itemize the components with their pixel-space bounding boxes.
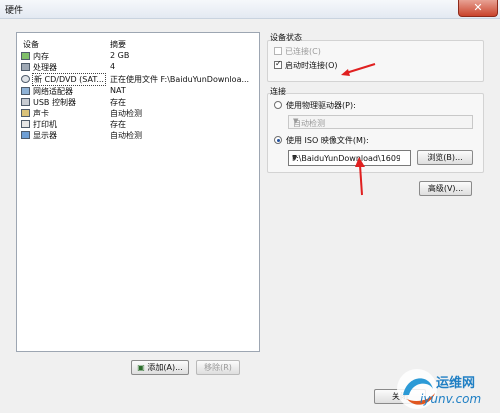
physical-drive-select[interactable]: 自动检测 ▼	[288, 115, 473, 129]
summary-column-header[interactable]: 摘要	[110, 39, 126, 50]
physical-drive-radio[interactable]	[274, 101, 282, 109]
cd-dvd-icon	[21, 75, 30, 83]
watermark-brand: 运维网	[436, 376, 476, 391]
annotation-arrow-icon	[341, 63, 376, 76]
device-row-cd-dvd[interactable]: 新 CD/DVD (SAT... 正在使用文件 F:\BaiduYunDownl…	[17, 73, 259, 86]
device-summary: 2 GB	[110, 51, 130, 60]
device-summary: NAT	[110, 86, 126, 95]
window-title: 硬件	[5, 6, 24, 16]
processor-icon	[21, 63, 30, 71]
device-name: 声卡	[33, 109, 49, 118]
remove-device-button[interactable]: 移除(R)	[196, 360, 240, 375]
device-row-printer[interactable]: 打印机 存在	[17, 119, 259, 129]
browse-button[interactable]: 浏览(B)...	[417, 150, 473, 165]
connect-on-power-label: 启动时连接(O)	[285, 61, 338, 70]
usb-icon	[21, 98, 30, 106]
device-name: 处理器	[33, 63, 57, 72]
iso-image-radio[interactable]	[274, 136, 282, 144]
device-summary: 自动检测	[110, 131, 142, 140]
physical-drive-label: 使用物理驱动器(P):	[286, 101, 356, 110]
device-summary: 自动检测	[110, 109, 142, 118]
device-summary: 存在	[110, 98, 126, 107]
chevron-down-icon: ▼	[292, 154, 298, 162]
device-row-memory[interactable]: 内存 2 GB	[17, 51, 259, 61]
connected-label: 已连接(C)	[285, 47, 321, 56]
device-summary: 存在	[110, 120, 126, 129]
advanced-button[interactable]: 高级(V)...	[419, 181, 472, 196]
device-row-usb[interactable]: USB 控制器 存在	[17, 97, 259, 107]
display-icon	[21, 131, 30, 139]
device-list-header: 设备 摘要	[17, 39, 259, 49]
window-close-button[interactable]: ✕	[458, 0, 498, 17]
device-row-display[interactable]: 显示器 自动检测	[17, 130, 259, 140]
device-row-processor[interactable]: 处理器 4	[17, 62, 259, 72]
title-bar: 硬件 ✕	[0, 0, 500, 19]
device-column-header[interactable]: 设备	[23, 39, 39, 50]
iso-image-label: 使用 ISO 映像文件(M):	[286, 136, 369, 145]
device-summary: 4	[110, 62, 116, 71]
connect-on-power-checkbox[interactable]	[274, 59, 282, 69]
memory-icon	[21, 52, 30, 60]
connection-title: 连接	[270, 87, 286, 96]
device-name: 网络适配器	[33, 87, 73, 96]
device-status-title: 设备状态	[270, 33, 302, 42]
add-icon: ▣	[137, 363, 145, 372]
printer-icon	[21, 120, 30, 128]
device-name: 显示器	[33, 131, 57, 140]
watermark-url: iyunv.com	[420, 392, 482, 406]
annotation-arrow-icon	[355, 157, 365, 196]
device-row-sound[interactable]: 声卡 自动检测	[17, 108, 259, 118]
connected-checkbox[interactable]	[274, 47, 282, 55]
iso-path-field[interactable]: F:\BaiduYunDownload\1609 ▼	[288, 150, 411, 166]
network-icon	[21, 87, 30, 95]
chevron-down-icon: ▼	[293, 117, 299, 125]
device-name: 打印机	[33, 120, 57, 129]
add-device-button[interactable]: ▣ 添加(A)...	[131, 360, 189, 375]
device-row-network[interactable]: 网络适配器 NAT	[17, 86, 259, 96]
device-list: 设备 摘要 内存 2 GB 处理器 4 新 CD/DVD (SAT... 正在使…	[16, 32, 260, 352]
device-name: 新 CD/DVD (SAT...	[32, 73, 106, 86]
device-name: 内存	[33, 52, 49, 61]
device-name: USB 控制器	[33, 98, 76, 107]
sound-icon	[21, 109, 30, 117]
device-summary: 正在使用文件 F:\BaiduYunDownloa...	[110, 75, 250, 84]
add-button-label: 添加(A)...	[147, 363, 183, 372]
